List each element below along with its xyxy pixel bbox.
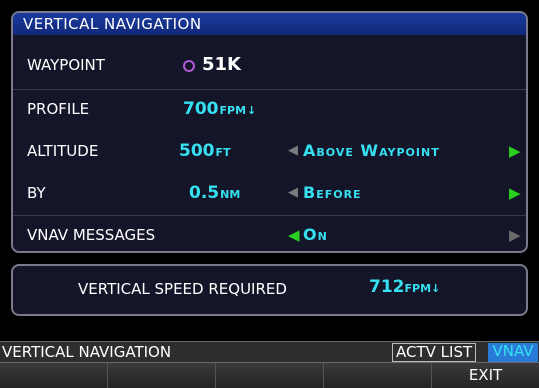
exit-softkey[interactable]: EXIT [432, 363, 539, 388]
altitude-row[interactable]: ALTITUDE 500FT ◀ Above Waypoint ▶ [13, 133, 526, 169]
by-row[interactable]: BY 0.5NM ◀ Before ▶ [13, 175, 526, 211]
vnav-messages-label: VNAV MESSAGES [27, 226, 156, 244]
divider [13, 89, 526, 90]
softkey-3[interactable] [216, 363, 324, 388]
status-bar: VERTICAL NAVIGATION ACTV LIST VNAV [0, 341, 539, 363]
profile-value: 700 [183, 99, 219, 119]
panel-title: VERTICAL NAVIGATION [13, 13, 526, 35]
vsr-value: 712 [369, 277, 405, 297]
down-arrow-icon: ↓ [247, 104, 257, 117]
profile-label: PROFILE [27, 100, 90, 118]
triangle-right-icon[interactable]: ▶ [509, 133, 521, 169]
waypoint-row[interactable]: WAYPOINT [13, 47, 526, 83]
triangle-right-icon[interactable]: ▶ [509, 175, 521, 211]
altitude-selection[interactable]: Above Waypoint [303, 133, 440, 169]
by-label: BY [27, 184, 46, 202]
altitude-value-group[interactable]: 500FT [179, 133, 231, 171]
vsr-value-group: 712FPM↓ [369, 277, 440, 297]
triangle-right-icon[interactable]: ▶ [509, 217, 521, 251]
profile-value-group[interactable]: 700FPM↓ [183, 91, 256, 129]
softkey-1[interactable] [0, 363, 108, 388]
divider [13, 215, 526, 216]
softkey-4[interactable] [324, 363, 432, 388]
vsr-unit: FPM [404, 282, 432, 295]
altitude-label: ALTITUDE [27, 142, 99, 160]
by-selection[interactable]: Before [303, 175, 362, 211]
altitude-value: 500 [179, 141, 215, 161]
vsr-label: VERTICAL SPEED REQUIRED [78, 280, 287, 298]
triangle-left-icon[interactable]: ◀ [288, 217, 300, 251]
vnav-panel: VERTICAL NAVIGATION WAYPOINT 51K PROFILE… [11, 11, 528, 253]
tab-vnav[interactable]: VNAV [488, 343, 538, 362]
profile-unit: FPM [219, 104, 247, 117]
altitude-unit: FT [215, 146, 231, 159]
tab-actv-list[interactable]: ACTV LIST [392, 343, 477, 362]
triangle-left-icon[interactable]: ◀ [288, 133, 298, 169]
waypoint-label: WAYPOINT [27, 56, 105, 74]
vnav-messages-row[interactable]: VNAV MESSAGES ◀ On ▶ [13, 217, 526, 251]
triangle-left-icon[interactable]: ◀ [288, 175, 298, 211]
by-value-group[interactable]: 0.5NM [189, 175, 240, 213]
by-value: 0.5 [189, 183, 220, 203]
softkey-2[interactable] [108, 363, 216, 388]
page-title: VERTICAL NAVIGATION [2, 343, 172, 361]
softkey-bar: EXIT [0, 363, 539, 388]
down-arrow-icon: ↓ [431, 282, 441, 295]
vnav-messages-selection[interactable]: On [303, 217, 328, 251]
vsr-panel: VERTICAL SPEED REQUIRED 712FPM↓ [11, 264, 528, 316]
waypoint-id[interactable]: 51K [202, 51, 241, 79]
profile-row[interactable]: PROFILE 700FPM↓ [13, 91, 526, 127]
circle-icon [183, 60, 195, 72]
by-unit: NM [220, 188, 241, 201]
